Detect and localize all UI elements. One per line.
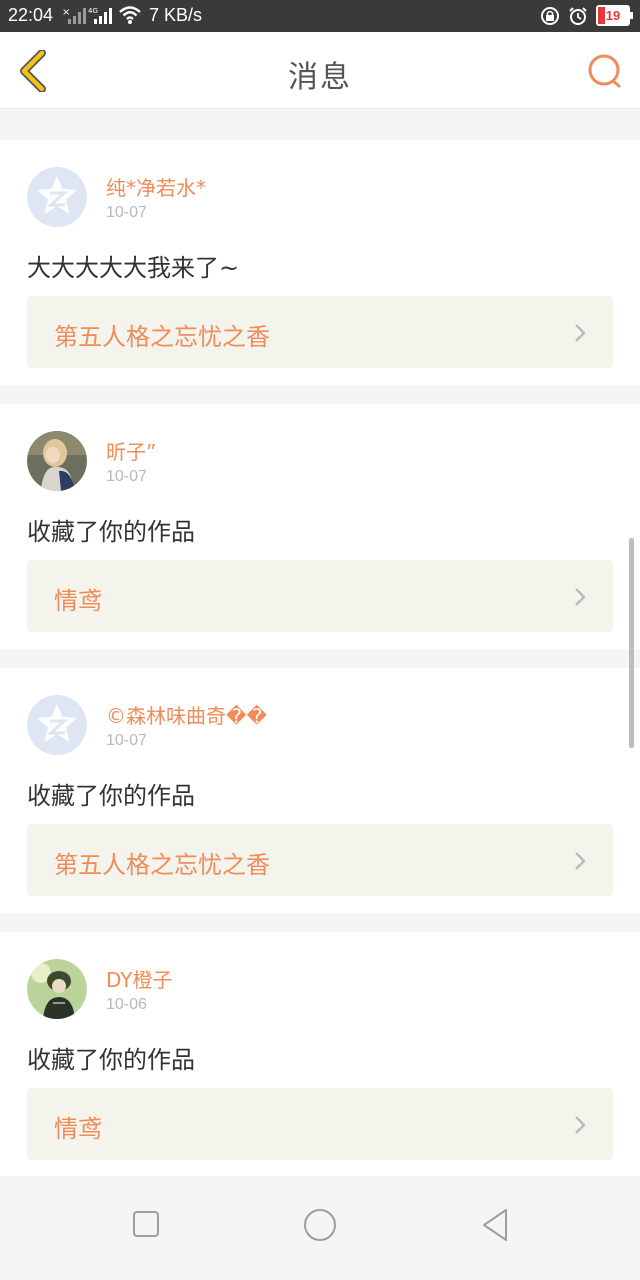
avatar[interactable] <box>27 959 87 1019</box>
svg-text:×: × <box>62 7 70 18</box>
signal-icon: × <box>62 7 86 24</box>
system-nav-bar <box>0 1176 640 1280</box>
wifi-icon <box>119 6 141 24</box>
work-link[interactable]: 第五人格之忘忧之香 <box>27 824 613 896</box>
message-card: ©森林味曲奇�� 10-07 收藏了你的作品 第五人格之忘忧之香 <box>0 668 640 913</box>
signal-4g-icon: 4G <box>88 7 112 24</box>
avatar[interactable] <box>27 167 87 227</box>
username[interactable]: DY橙子 <box>106 964 173 993</box>
scrollbar[interactable] <box>629 538 634 748</box>
work-title: 情鸢 <box>54 587 102 615</box>
chevron-right-icon <box>575 1116 586 1134</box>
battery-icon: 19 <box>596 5 633 26</box>
qq-default-avatar-icon <box>27 695 87 755</box>
status-bar: 22:04 × 4G 7 KB/s 19 <box>0 0 640 32</box>
home-button[interactable] <box>303 1208 337 1242</box>
username[interactable]: ©森林味曲奇�� <box>106 700 267 729</box>
message-card: 纯*净若水* 10-07 大大大大大我来了~ 第五人格之忘忧之香 <box>0 140 640 385</box>
message-list: 纯*净若水* 10-07 大大大大大我来了~ 第五人格之忘忧之香 昕子” 10-… <box>0 140 640 1196</box>
message-text: 大大大大大我来了~ <box>27 254 240 282</box>
search-button[interactable] <box>586 52 624 90</box>
svg-text:4G: 4G <box>88 7 98 15</box>
chevron-right-icon <box>575 852 586 870</box>
message-date: 10-07 <box>106 468 147 485</box>
message-card: DY橙子 10-06 收藏了你的作品 情鸢 <box>0 932 640 1177</box>
work-title: 第五人格之忘忧之香 <box>54 323 270 351</box>
alarm-icon <box>569 6 587 25</box>
work-title: 第五人格之忘忧之香 <box>54 851 270 879</box>
message-date: 10-07 <box>106 732 147 749</box>
circle-icon <box>304 1209 336 1241</box>
avatar[interactable] <box>27 431 87 491</box>
network-speed: 7 KB/s <box>149 5 203 25</box>
triangle-back-icon <box>483 1209 507 1241</box>
work-link[interactable]: 情鸢 <box>27 560 613 632</box>
message-text: 收藏了你的作品 <box>27 782 195 810</box>
message-text: 收藏了你的作品 <box>27 1046 195 1074</box>
work-link[interactable]: 情鸢 <box>27 1088 613 1160</box>
square-icon <box>133 1211 159 1237</box>
qq-default-avatar-icon <box>27 167 87 227</box>
message-card: 昕子” 10-07 收藏了你的作品 情鸢 <box>0 404 640 649</box>
chevron-right-icon <box>575 588 586 606</box>
message-date: 10-07 <box>106 204 147 221</box>
work-link[interactable]: 第五人格之忘忧之香 <box>27 296 613 368</box>
recents-button[interactable] <box>132 1210 160 1238</box>
photo-avatar-icon <box>27 431 87 491</box>
avatar[interactable] <box>27 695 87 755</box>
message-date: 10-06 <box>106 996 147 1013</box>
lock-rotation-icon <box>541 6 559 25</box>
page-title: 消息 <box>288 60 352 95</box>
username[interactable]: 纯*净若水* <box>106 172 206 201</box>
message-text: 收藏了你的作品 <box>27 518 195 546</box>
photo-avatar-icon <box>27 959 87 1019</box>
status-time: 22:04 <box>8 5 54 25</box>
back-nav-button[interactable] <box>480 1208 510 1242</box>
app-header: 消息 <box>0 32 640 109</box>
work-title: 情鸢 <box>54 1115 102 1143</box>
username[interactable]: 昕子” <box>106 436 156 465</box>
chevron-right-icon <box>575 324 586 342</box>
